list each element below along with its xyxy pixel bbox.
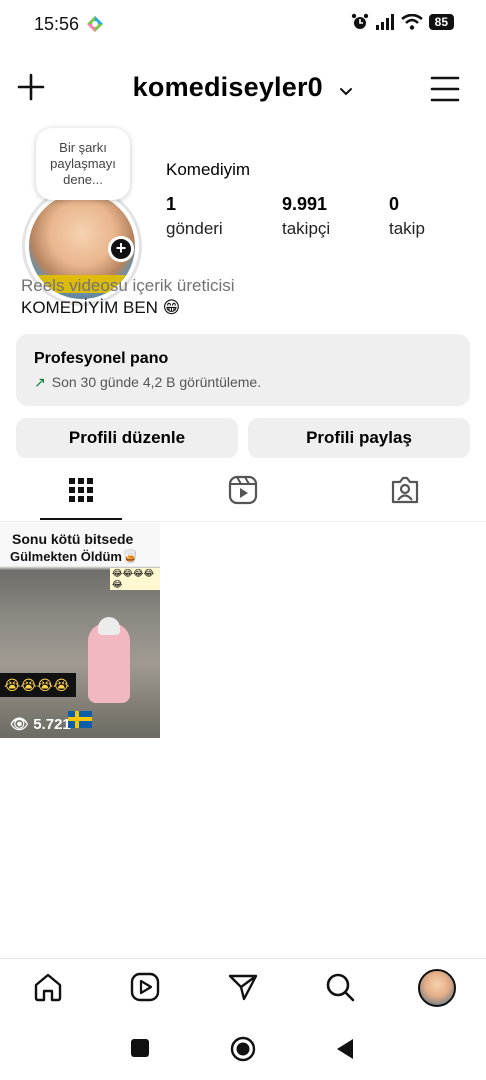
home-button-icon[interactable]	[230, 1036, 256, 1062]
post-scene-helmet	[98, 617, 120, 635]
status-indicators: 85	[351, 13, 454, 31]
status-bar: 15:56 85	[0, 0, 486, 50]
professional-dashboard[interactable]: Profesyonel pano ↗ Son 30 günde 4,2 B gör…	[16, 334, 470, 406]
stat-value: 0	[389, 194, 400, 214]
menu-icon[interactable]	[430, 75, 460, 103]
share-profile-button[interactable]: Profili paylaş	[248, 418, 470, 458]
post-caption-line2: Gülmekten Öldüm🥃	[10, 549, 139, 564]
bottom-navigation	[0, 958, 486, 1018]
post-caption-line1: Sonu kötü bitsede	[12, 531, 134, 547]
battery-icon: 85	[428, 14, 454, 30]
chevron-down-icon[interactable]	[339, 87, 353, 97]
profile-header: komediseyler0	[0, 62, 486, 114]
stat-label: takip	[389, 219, 425, 238]
post-emoji-strip: 😂😂😂😂😂	[110, 568, 160, 590]
search-icon[interactable]	[324, 971, 356, 1003]
edit-profile-button[interactable]: Profili düzenle	[16, 418, 238, 458]
post-thumbnail[interactable]: Sonu kötü bitsede Gülmekten Öldüm🥃 😂😂😂😂😂…	[0, 523, 160, 738]
system-navigation	[0, 1020, 486, 1080]
status-time: 15:56	[34, 14, 80, 34]
profile-tabs	[0, 466, 486, 522]
reels-nav-icon[interactable]	[129, 971, 161, 1003]
profile-bio: KOMEDİYİM BEN 😁	[21, 298, 181, 317]
sweden-flag-icon	[68, 711, 92, 728]
stat-following[interactable]: 0 takip	[389, 194, 425, 239]
dashboard-title: Profesyonel pano	[34, 350, 169, 367]
home-icon[interactable]	[32, 971, 64, 1003]
profile-avatar-nav[interactable]	[418, 969, 456, 1007]
post-emoji-overlay: 😭😭😭😭	[0, 673, 76, 697]
stat-label: takipçi	[282, 219, 331, 238]
stat-followers[interactable]: 9.991 takipçi	[282, 194, 330, 239]
dashboard-subtitle-text: Son 30 günde 4,2 B görüntüleme.	[51, 374, 262, 390]
stat-value: 9.991	[282, 194, 328, 214]
app-notification-icon	[87, 16, 103, 32]
stat-posts[interactable]: 1 gönderi	[166, 194, 223, 239]
username[interactable]: komediseyler0	[133, 72, 323, 102]
tagged-icon[interactable]	[389, 474, 421, 506]
reels-icon[interactable]	[227, 474, 259, 506]
signal-icon	[375, 14, 394, 30]
wifi-icon	[400, 14, 423, 30]
display-name: Komediyim	[166, 160, 251, 179]
eye-icon: 👁	[10, 716, 34, 733]
back-icon[interactable]	[335, 1038, 355, 1060]
stat-label: gönderi	[166, 219, 223, 238]
username-switcher[interactable]: komediseyler0	[0, 72, 486, 103]
post-views-count: 5.721	[33, 716, 71, 733]
profile-category: Reels videosu içerik üreticisi	[21, 276, 235, 295]
recent-apps-icon[interactable]	[130, 1038, 150, 1058]
grid-icon[interactable]	[65, 474, 97, 506]
dashboard-subtitle: ↗ Son 30 günde 4,2 B görüntüleme.	[34, 374, 452, 391]
send-icon[interactable]	[227, 971, 259, 1003]
active-tab-indicator	[40, 518, 122, 520]
add-story-icon[interactable]: +	[108, 236, 134, 262]
note-bubble[interactable]: Bir şarkı paylaşmayı dene...	[36, 128, 130, 200]
post-scene-child	[88, 623, 130, 703]
post-views: 👁 5.721	[10, 715, 71, 733]
alarm-icon	[351, 13, 368, 29]
trend-up-icon: ↗	[34, 374, 46, 390]
stat-value: 1	[166, 194, 177, 214]
